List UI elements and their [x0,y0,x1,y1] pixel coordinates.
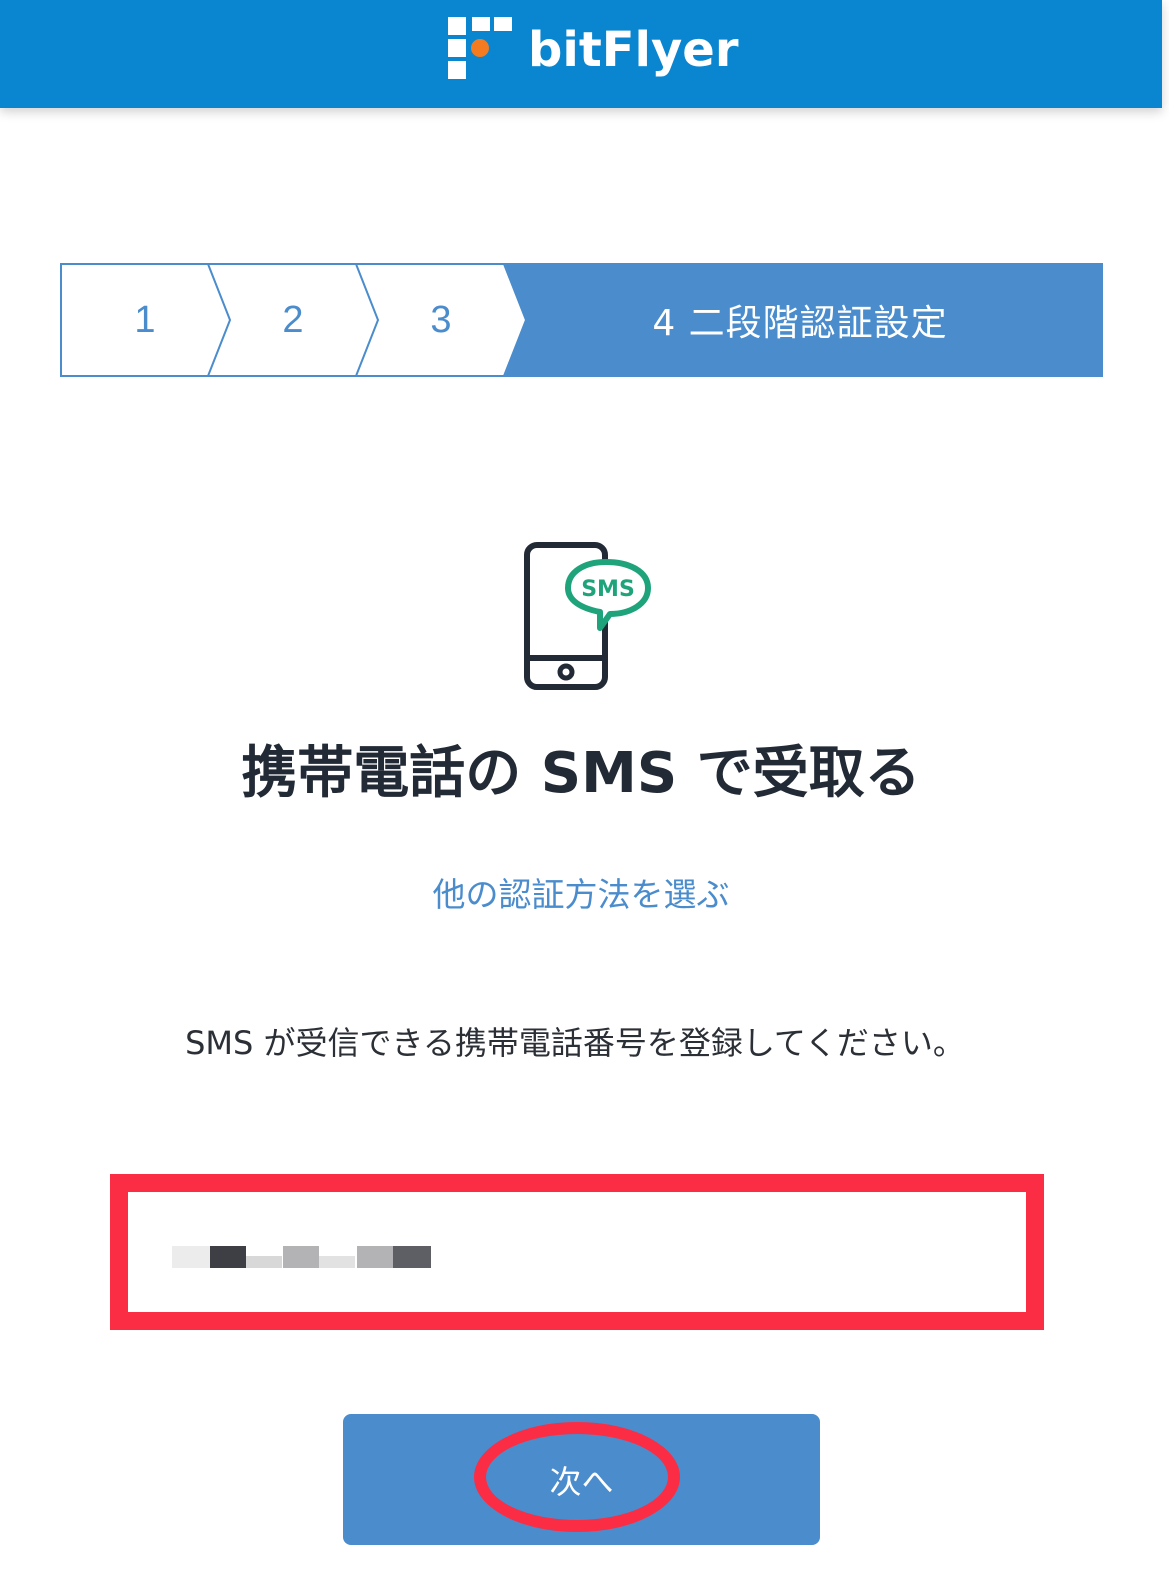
step-4-label: 4 二段階認証設定 [652,303,948,344]
app-header: bitFlyer [0,0,1162,108]
instruction-text: SMS が受信できる携帯電話番号を登録してください。 [185,1024,965,1062]
progress-stepper: 1 2 3 4 二段階認証設定 [60,263,1103,377]
step-1-label: 1 [134,298,156,341]
step-2-label: 2 [282,298,304,341]
bitflyer-logo[interactable]: bitFlyer [448,16,739,84]
phone-number-input[interactable] [128,1192,1026,1312]
sms-badge-text: SMS [581,577,635,602]
next-button[interactable]: 次へ [343,1414,820,1545]
bitflyer-logo-icon [448,17,512,79]
other-auth-method-link[interactable]: 他の認証方法を選ぶ [0,868,1162,916]
page-title: 携帯電話の SMS で受取る [241,741,921,806]
step-3-label: 3 [430,298,452,341]
brand-name: bitFlyer [528,22,739,78]
next-button-label: 次へ [549,1462,614,1501]
phone-sms-icon: SMS [524,542,651,690]
